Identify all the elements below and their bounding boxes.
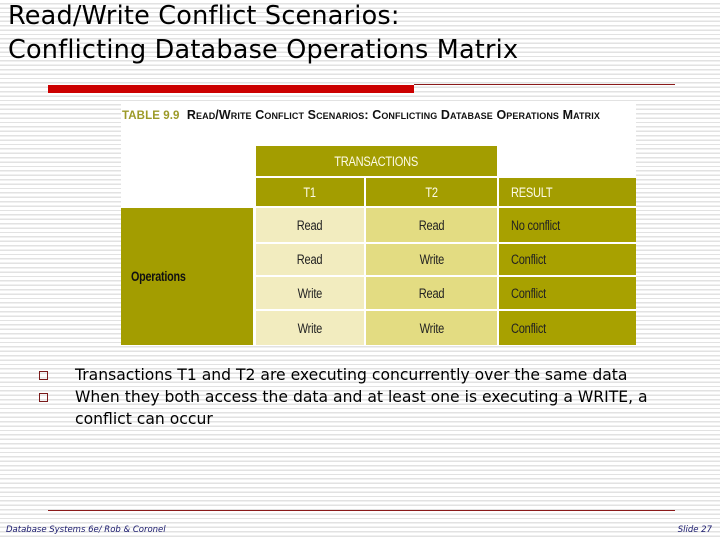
table-cell-result: No conflict [499, 208, 636, 242]
row-header-operations: Operations [121, 208, 253, 345]
cell-text: Read [297, 252, 323, 267]
title-accent-bar [48, 85, 414, 93]
bullet-item: Transactions T1 and T2 are executing con… [0, 364, 655, 386]
cell-text: Read [418, 217, 445, 233]
table-cell-t1: Read [256, 244, 364, 275]
cell-text: Conflict [511, 320, 546, 336]
cell-text: Write [419, 252, 444, 267]
table-caption-text: Read/Write Conflict Scenarios: Conflicti… [186, 108, 600, 122]
header-result: RESULT [499, 178, 636, 206]
cell-text: Read [418, 285, 445, 301]
cell-text: Write [297, 285, 323, 301]
cell-text: Write [419, 320, 444, 336]
table-cell-result: Conflict [499, 244, 636, 275]
header-result-label: RESULT [511, 184, 553, 200]
header-t2-label: T2 [425, 184, 438, 200]
table-cell-t1: Write [256, 311, 364, 345]
table-cell-result: Conflict [499, 277, 636, 309]
footer-divider-line [48, 510, 675, 511]
bullet-item: When they both access the data and at le… [0, 386, 655, 430]
header-transactions-label: TRANSACTIONS [334, 153, 419, 169]
slide-title-line-2: Conflicting Database Operations Matrix [8, 35, 519, 65]
table-cell-t2: Read [366, 208, 497, 242]
bullet-list: Transactions T1 and T2 are executing con… [0, 364, 720, 430]
table-caption-number: TABLE 9.9 [122, 110, 180, 122]
footer-source: Database Systems 6e/ Rob & Coronel [6, 525, 166, 535]
table-cell-t1: Write [256, 277, 364, 309]
table-caption: TABLE 9.9 Read/Write Conflict Scenarios:… [122, 108, 600, 122]
cell-text: Conflict [511, 285, 546, 301]
table-cell-t2: Write [366, 311, 497, 345]
bullet-text: When they both access the data and at le… [75, 388, 648, 428]
cell-text: Conflict [511, 252, 546, 267]
header-transactions: TRANSACTIONS [256, 146, 497, 176]
table-cell-t2: Read [366, 277, 497, 309]
table-cell-result: Conflict [499, 311, 636, 345]
title-divider-line [414, 84, 675, 85]
table-cell-t2: Write [366, 244, 497, 275]
conflict-matrix-figure: TABLE 9.9 Read/Write Conflict Scenarios:… [121, 104, 636, 345]
cell-text: Write [297, 320, 323, 336]
header-t1-label: T1 [303, 184, 317, 200]
slide-number: Slide 27 [677, 525, 712, 535]
row-header-operations-label: Operations [131, 269, 186, 284]
cell-text: No conflict [511, 217, 560, 233]
table-cell-t1: Read [256, 208, 364, 242]
slide-title-line-1: Read/Write Conflict Scenarios: [8, 1, 400, 31]
square-bullet-icon [39, 393, 48, 402]
bullet-text: Transactions T1 and T2 are executing con… [75, 366, 628, 384]
header-t2: T2 [366, 178, 497, 206]
square-bullet-icon [39, 371, 48, 380]
header-t1: T1 [256, 178, 364, 206]
slide-title: Read/Write Conflict Scenarios: Conflicti… [8, 0, 518, 67]
cell-text: Read [297, 217, 323, 233]
